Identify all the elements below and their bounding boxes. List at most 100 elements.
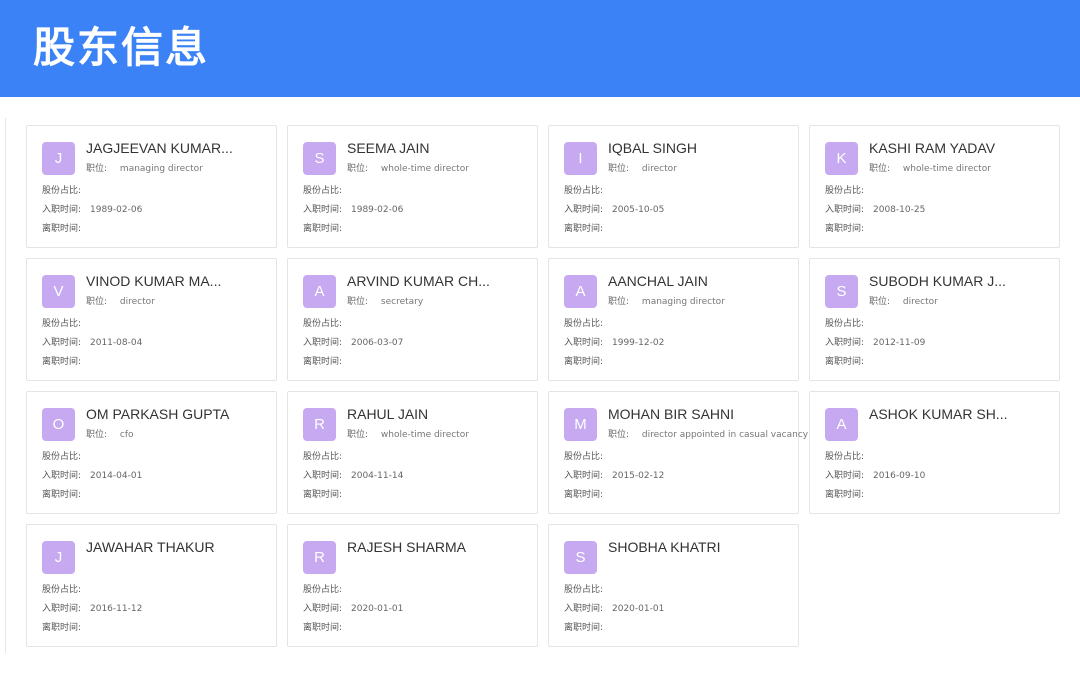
share-ratio-row: 股份占比: xyxy=(303,318,351,330)
join-date-value: 2012-11-09 xyxy=(873,338,926,348)
share-ratio-label: 股份占比: xyxy=(42,585,82,595)
shareholder-name[interactable]: MOHAN BIR SAHNI xyxy=(608,405,788,423)
share-ratio-label: 股份占比: xyxy=(825,186,865,196)
position-value: cfo xyxy=(119,430,134,440)
join-date-label: 入职时间: xyxy=(42,205,82,215)
shareholder-card[interactable]: A ASHOK KUMAR SH... 股份占比: 入职时间: 2016-09-10… xyxy=(809,391,1060,514)
join-date-value: 2011-08-04 xyxy=(90,338,143,348)
position-value: director xyxy=(119,297,155,307)
share-ratio-row: 股份占比: xyxy=(564,451,612,463)
join-date-row: 入职时间: 2016-09-10 xyxy=(825,470,925,482)
shareholder-card[interactable]: I IQBAL SINGH 职位: director 股份占比: 入职时间: 200… xyxy=(548,125,799,248)
leave-date-label: 离职时间: xyxy=(42,357,82,367)
position-row: 职位: secretary xyxy=(347,296,423,308)
shareholder-card[interactable]: S SEEMA JAIN 职位: whole-time director 股份占比… xyxy=(287,125,538,248)
position-value: director xyxy=(641,164,677,174)
join-date-row: 入职时间: 2008-10-25 xyxy=(825,204,925,216)
shareholder-name[interactable]: SHOBHA KHATRI xyxy=(608,538,788,556)
shareholder-card[interactable]: J JAWAHAR THAKUR 股份占比: 入职时间: 2016-11-12 离职… xyxy=(26,524,277,647)
share-ratio-label: 股份占比: xyxy=(564,186,604,196)
avatar: K xyxy=(825,142,858,175)
shareholder-name[interactable]: AANCHAL JAIN xyxy=(608,272,788,290)
join-date-value: 2020-01-01 xyxy=(351,604,404,614)
share-ratio-row: 股份占比: xyxy=(303,584,351,596)
leave-date-label: 离职时间: xyxy=(564,623,604,633)
avatar: R xyxy=(303,541,336,574)
join-date-value: 2008-10-25 xyxy=(873,205,926,215)
join-date-value: 2020-01-01 xyxy=(612,604,665,614)
shareholder-name[interactable]: ARVIND KUMAR CH... xyxy=(347,272,527,290)
shareholder-card[interactable]: A AANCHAL JAIN 职位: managing director 股份占比… xyxy=(548,258,799,381)
join-date-row: 入职时间: 2006-03-07 xyxy=(303,337,403,349)
join-date-label: 入职时间: xyxy=(303,471,343,481)
share-ratio-label: 股份占比: xyxy=(564,319,604,329)
share-ratio-row: 股份占比: xyxy=(42,185,90,197)
shareholder-card[interactable]: J JAGJEEVAN KUMAR... 职位: managing directo… xyxy=(26,125,277,248)
join-date-row: 入职时间: 2015-02-12 xyxy=(564,470,664,482)
leave-date-row: 离职时间: xyxy=(42,356,90,368)
shareholder-name[interactable]: IQBAL SINGH xyxy=(608,139,788,157)
leave-date-row: 离职时间: xyxy=(42,622,90,634)
shareholder-card[interactable]: R RAJESH SHARMA 股份占比: 入职时间: 2020-01-01 离职时… xyxy=(287,524,538,647)
join-date-row: 入职时间: 1989-02-06 xyxy=(42,204,142,216)
position-value: managing director xyxy=(641,297,725,307)
join-date-label: 入职时间: xyxy=(564,338,604,348)
share-ratio-row: 股份占比: xyxy=(42,318,90,330)
position-value: whole-time director xyxy=(380,430,469,440)
position-value: secretary xyxy=(380,297,424,307)
join-date-row: 入职时间: 1999-12-02 xyxy=(564,337,664,349)
avatar: S xyxy=(303,142,336,175)
avatar: O xyxy=(42,408,75,441)
join-date-label: 入职时间: xyxy=(825,205,865,215)
join-date-row: 入职时间: 2011-08-04 xyxy=(42,337,142,349)
share-ratio-row: 股份占比: xyxy=(564,185,612,197)
shareholder-card[interactable]: M MOHAN BIR SAHNI 职位: director appointed … xyxy=(548,391,808,514)
shareholder-name[interactable]: SEEMA JAIN xyxy=(347,139,527,157)
share-ratio-row: 股份占比: xyxy=(303,185,351,197)
leave-date-label: 离职时间: xyxy=(564,490,604,500)
join-date-row: 入职时间: 2012-11-09 xyxy=(825,337,925,349)
leave-date-row: 离职时间: xyxy=(825,356,873,368)
join-date-value: 2014-04-01 xyxy=(90,471,143,481)
shareholder-card[interactable]: V VINOD KUMAR MA... 职位: director 股份占比: 入职… xyxy=(26,258,277,381)
shareholder-card[interactable]: O OM PARKASH GUPTA 职位: cfo 股份占比: 入职时间: 201… xyxy=(26,391,277,514)
share-ratio-label: 股份占比: xyxy=(42,319,82,329)
shareholder-name[interactable]: JAWAHAR THAKUR xyxy=(86,538,266,556)
shareholder-card[interactable]: S SUBODH KUMAR J... 职位: director 股份占比: 入职… xyxy=(809,258,1060,381)
join-date-label: 入职时间: xyxy=(42,338,82,348)
leave-date-label: 离职时间: xyxy=(564,357,604,367)
position-row: 职位: whole-time director xyxy=(347,429,469,441)
shareholder-card[interactable]: A ARVIND KUMAR CH... 职位: secretary 股份占比: … xyxy=(287,258,538,381)
shareholder-name[interactable]: KASHI RAM YADAV xyxy=(869,139,1049,157)
position-label: 职位: xyxy=(347,164,369,174)
join-date-row: 入职时间: 2020-01-01 xyxy=(564,603,664,615)
share-ratio-row: 股份占比: xyxy=(42,451,90,463)
position-label: 职位: xyxy=(86,297,108,307)
join-date-label: 入职时间: xyxy=(825,471,865,481)
position-row: 职位: whole-time director xyxy=(347,163,469,175)
shareholder-card[interactable]: K KASHI RAM YADAV 职位: whole-time director… xyxy=(809,125,1060,248)
leave-date-row: 离职时间: xyxy=(42,223,90,235)
shareholder-name[interactable]: JAGJEEVAN KUMAR... xyxy=(86,139,266,157)
shareholder-card[interactable]: S SHOBHA KHATRI 股份占比: 入职时间: 2020-01-01 离职时… xyxy=(548,524,799,647)
shareholder-card[interactable]: R RAHUL JAIN 职位: whole-time director 股份占比… xyxy=(287,391,538,514)
shareholder-name[interactable]: RAHUL JAIN xyxy=(347,405,527,423)
position-row: 职位: director xyxy=(608,163,677,175)
leave-date-row: 离职时间: xyxy=(303,223,351,235)
avatar: A xyxy=(564,275,597,308)
position-row: 职位: cfo xyxy=(86,429,134,441)
shareholder-name[interactable]: RAJESH SHARMA xyxy=(347,538,527,556)
leave-date-row: 离职时间: xyxy=(564,223,612,235)
share-ratio-row: 股份占比: xyxy=(825,185,873,197)
join-date-label: 入职时间: xyxy=(303,604,343,614)
leave-date-label: 离职时间: xyxy=(825,490,865,500)
shareholder-name[interactable]: OM PARKASH GUPTA xyxy=(86,405,266,423)
position-row: 职位: director appointed in casual vacancy xyxy=(608,429,808,441)
shareholder-name[interactable]: SUBODH KUMAR J... xyxy=(869,272,1049,290)
shareholder-name[interactable]: ASHOK KUMAR SH... xyxy=(869,405,1049,423)
position-value: director appointed in casual vacancy xyxy=(641,430,809,440)
position-row: 职位: managing director xyxy=(608,296,725,308)
shareholder-name[interactable]: VINOD KUMAR MA... xyxy=(86,272,266,290)
leave-date-label: 离职时间: xyxy=(42,224,82,234)
join-date-label: 入职时间: xyxy=(42,471,82,481)
